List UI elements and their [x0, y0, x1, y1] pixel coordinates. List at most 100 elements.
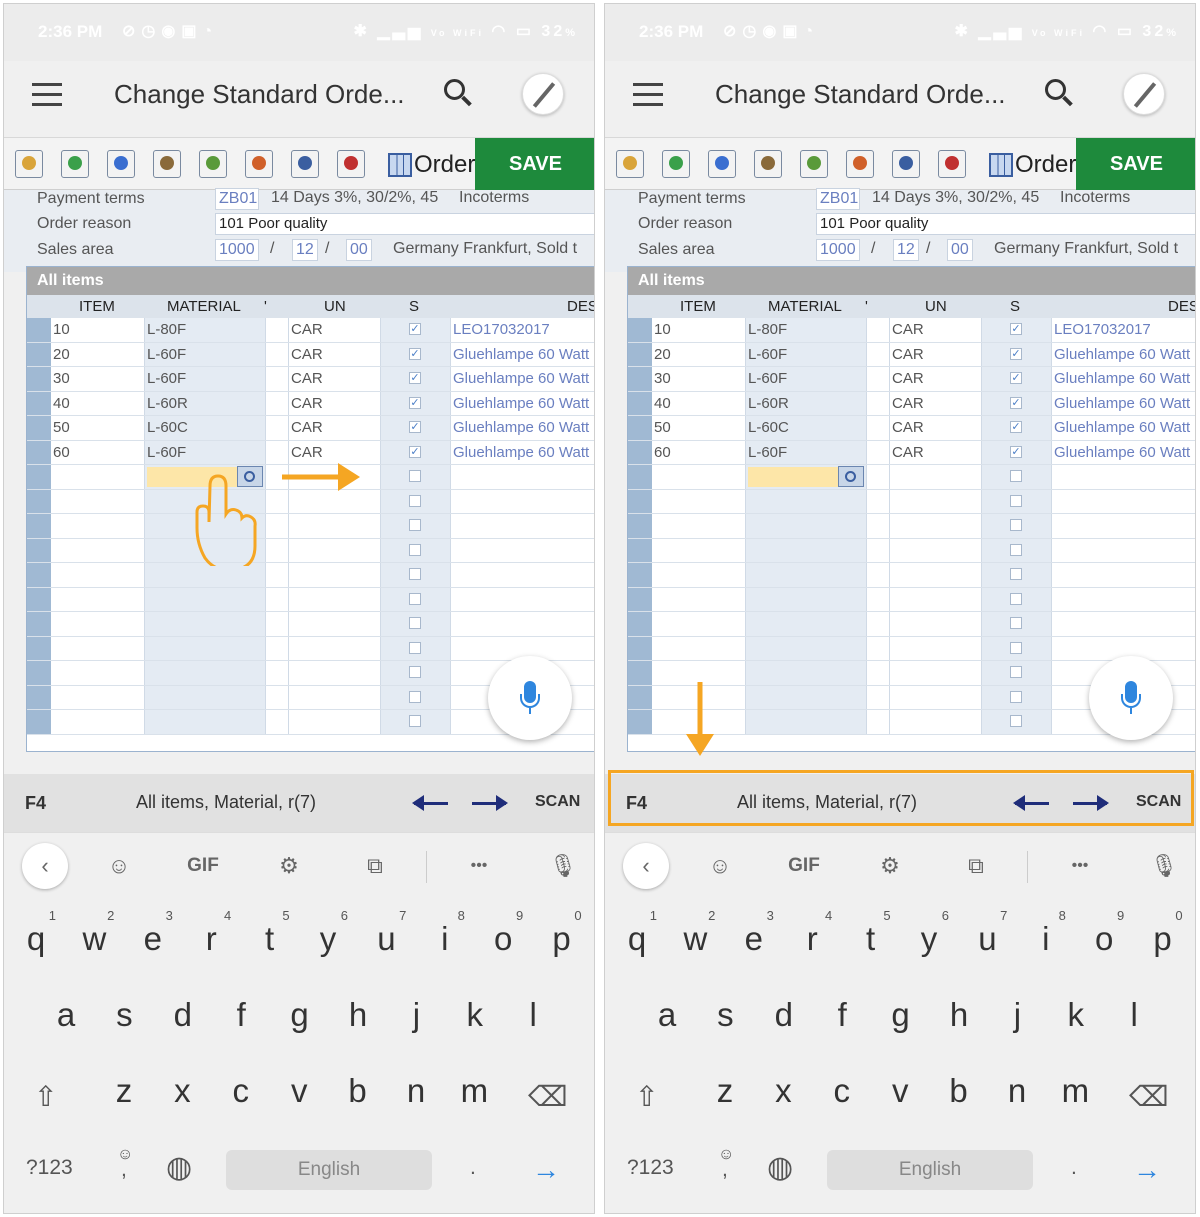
table-row[interactable] — [27, 563, 594, 588]
more-options-icon[interactable]: ••• — [456, 843, 502, 889]
payment-terms-field[interactable]: ZB01 — [816, 188, 860, 210]
save-button[interactable]: SAVE — [1076, 138, 1195, 190]
checkbox[interactable] — [1010, 617, 1022, 629]
checkbox[interactable] — [409, 592, 421, 605]
key-l[interactable]: l — [1108, 984, 1160, 1044]
cell-material[interactable]: L-60C — [746, 416, 867, 440]
cell-unit[interactable] — [890, 636, 982, 660]
cell-material[interactable] — [746, 514, 867, 538]
cell-status[interactable]: ✓ — [381, 342, 451, 366]
checkbox[interactable] — [1010, 592, 1022, 605]
checkbox[interactable] — [409, 617, 421, 629]
more-options-icon[interactable]: ••• — [1057, 843, 1103, 889]
cell-item[interactable] — [652, 489, 746, 513]
checkbox-checked[interactable]: ✓ — [1010, 372, 1022, 384]
cell-unit[interactable]: CAR — [890, 440, 982, 464]
keyboard-mic-icon[interactable]: 🎙 — [540, 843, 586, 889]
cell-material[interactable]: L-60F — [746, 440, 867, 464]
checkbox-checked[interactable]: ✓ — [409, 323, 421, 335]
cell-material[interactable] — [145, 587, 266, 611]
cell-status[interactable]: ✓ — [982, 416, 1052, 440]
cell-unit[interactable] — [289, 710, 381, 734]
cell-item[interactable] — [652, 636, 746, 660]
checkbox-checked[interactable]: ✓ — [1010, 347, 1022, 360]
toolbar-delivery-icon[interactable] — [843, 147, 877, 181]
key-b[interactable]: b — [933, 1060, 985, 1120]
cell-item[interactable] — [51, 685, 145, 709]
toolbar-document-icon[interactable] — [12, 147, 46, 181]
payment-terms-field[interactable]: ZB01 — [215, 188, 259, 210]
voice-input-button[interactable] — [1089, 656, 1173, 740]
col-item-header[interactable]: ITEM — [680, 298, 716, 315]
table-row[interactable] — [628, 489, 1195, 514]
cell-unit[interactable] — [289, 685, 381, 709]
cell-status[interactable] — [381, 538, 451, 562]
row-selector[interactable] — [628, 367, 652, 391]
checkbox-checked[interactable]: ✓ — [409, 421, 421, 433]
row-selector[interactable] — [628, 318, 652, 342]
toolbar-cancel-icon[interactable] — [935, 147, 969, 181]
cell-status[interactable] — [982, 563, 1052, 587]
table-row[interactable] — [27, 636, 594, 661]
table-row[interactable] — [628, 587, 1195, 612]
key-d[interactable]: d — [157, 984, 209, 1044]
cell-material[interactable]: L-60R — [746, 391, 867, 415]
toolbar-transfer-icon[interactable] — [104, 147, 138, 181]
sales-org-field[interactable]: 1000 — [215, 239, 259, 261]
table-row[interactable] — [27, 612, 594, 637]
cell-unit[interactable]: CAR — [289, 416, 381, 440]
col-material-header[interactable]: MATERIAL — [768, 298, 842, 315]
cell-status[interactable] — [982, 538, 1052, 562]
row-selector[interactable] — [628, 416, 652, 440]
table-row[interactable] — [628, 612, 1195, 637]
checkbox[interactable] — [409, 543, 421, 556]
checkbox-checked[interactable]: ✓ — [1010, 421, 1022, 433]
cell-material[interactable] — [746, 636, 867, 660]
key-o[interactable]: 9o — [1078, 908, 1130, 968]
backspace-icon[interactable]: ⌫ — [528, 1080, 568, 1113]
key-f[interactable]: f — [816, 984, 868, 1044]
order-label[interactable]: Order — [414, 151, 475, 179]
row-selector[interactable] — [27, 489, 51, 513]
key-g[interactable]: g — [274, 984, 326, 1044]
key-f[interactable]: f — [215, 984, 267, 1044]
cell-status[interactable]: ✓ — [982, 318, 1052, 342]
cell-material[interactable]: L-60R — [145, 391, 266, 415]
table-row[interactable]: 50 L-60C CAR ✓ Gluehlampe 60 Watt k — [27, 416, 594, 441]
cell-unit[interactable] — [890, 612, 982, 636]
key-i[interactable]: 8i — [419, 908, 471, 968]
col-status-header[interactable]: S — [409, 298, 419, 315]
voice-input-button[interactable] — [488, 656, 572, 740]
table-row[interactable]: 30 L-60F CAR ✓ Gluehlampe 60 Watt n — [628, 367, 1195, 392]
key-m[interactable]: m — [448, 1060, 500, 1120]
cell-material[interactable]: L-60F — [145, 440, 266, 464]
cell-material[interactable] — [145, 612, 266, 636]
table-row[interactable]: 20 L-60F CAR ✓ Gluehlampe 60 Watt n — [628, 342, 1195, 367]
cell-status[interactable] — [381, 465, 451, 489]
cell-unit[interactable] — [890, 514, 982, 538]
menu-icon[interactable] — [32, 83, 62, 107]
cell-unit[interactable] — [289, 636, 381, 660]
cell-item[interactable]: 10 — [652, 318, 746, 342]
row-selector[interactable] — [27, 587, 51, 611]
cell-status[interactable] — [381, 489, 451, 513]
key-p[interactable]: 0p — [536, 908, 588, 968]
key-u[interactable]: 7u — [961, 908, 1013, 968]
cell-material[interactable]: L-60F — [746, 342, 867, 366]
cell-item[interactable]: 40 — [652, 391, 746, 415]
cell-material[interactable] — [145, 636, 266, 660]
settings-icon[interactable]: ⚙ — [867, 843, 913, 889]
cell-status[interactable] — [381, 514, 451, 538]
checkbox[interactable] — [409, 494, 421, 507]
cell-status[interactable] — [982, 514, 1052, 538]
checkbox-checked[interactable]: ✓ — [1010, 323, 1022, 335]
cell-status[interactable]: ✓ — [381, 391, 451, 415]
enter-icon[interactable]: → — [1133, 1154, 1161, 1186]
chevron-left-icon[interactable]: ‹ — [623, 843, 669, 889]
division-field[interactable]: 00 — [947, 239, 973, 261]
menu-icon[interactable] — [633, 83, 663, 107]
key-x[interactable]: x — [757, 1060, 809, 1120]
row-selector[interactable] — [27, 685, 51, 709]
cell-material[interactable] — [746, 661, 867, 685]
order-icon[interactable] — [989, 153, 1013, 177]
